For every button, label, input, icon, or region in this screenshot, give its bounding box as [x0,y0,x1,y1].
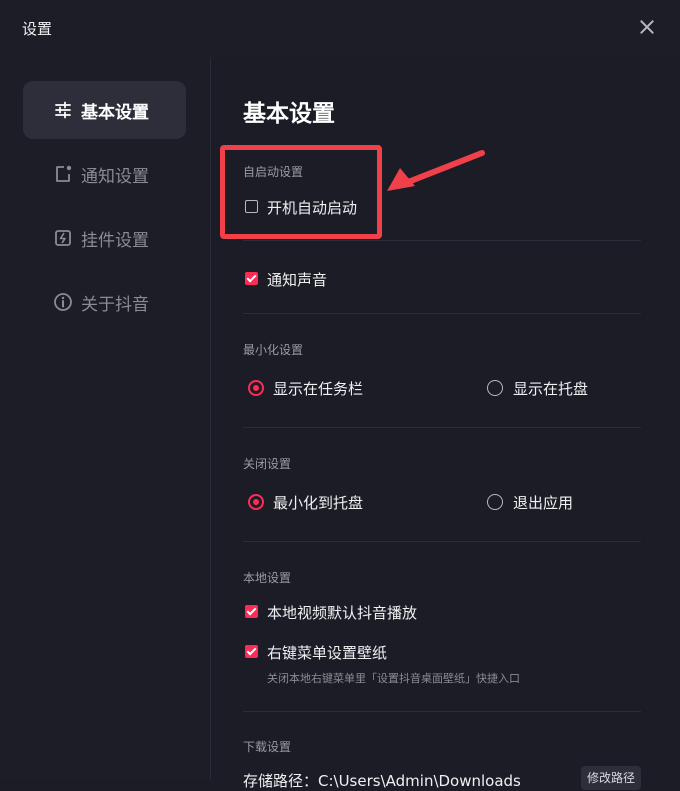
minimize-radio-tray[interactable] [487,380,503,396]
local-video-label[interactable]: 本地视频默认抖音播放 [267,602,417,623]
sidebar-item-widget-settings[interactable]: 挂件设置 [23,209,186,267]
minimize-option-taskbar[interactable]: 显示在任务栏 [273,378,363,399]
widget-icon [55,230,71,246]
notify-sound-checkbox[interactable] [245,272,258,285]
info-icon [54,293,72,311]
minimize-radio-taskbar[interactable] [248,380,264,396]
divider [243,711,641,712]
sidebar: 基本设置 通知设置 挂件设置 关于抖音 [0,58,211,780]
highlight-box [220,145,382,239]
sidebar-item-label: 基本设置 [81,103,149,123]
close-option-tray[interactable]: 最小化到托盘 [273,492,363,513]
divider [243,427,641,428]
minimize-section-label: 最小化设置 [243,343,304,357]
notify-sound-label[interactable]: 通知声音 [267,269,327,290]
context-menu-wallpaper-checkbox[interactable] [245,645,258,658]
notification-icon [56,165,72,182]
sidebar-item-label: 关于抖音 [81,295,149,315]
sidebar-item-label: 通知设置 [81,167,149,187]
context-menu-hint: 关闭本地右键菜单里「设置抖音桌面壁纸」快捷入口 [267,672,520,685]
divider [243,313,641,314]
minimize-option-tray[interactable]: 显示在托盘 [513,378,588,399]
close-radio-exit[interactable] [487,494,503,510]
window-title: 设置 [22,20,53,38]
title-bar: 设置 [0,0,680,58]
divider [243,240,641,241]
download-section-label: 下载设置 [243,740,292,754]
annotation-arrow-icon [387,150,485,191]
close-icon[interactable] [636,16,658,38]
sidebar-item-notification-settings[interactable]: 通知设置 [23,145,186,203]
close-section-label: 关闭设置 [243,457,292,471]
context-menu-wallpaper-label[interactable]: 右键菜单设置壁纸 [267,642,387,663]
close-option-exit[interactable]: 退出应用 [513,492,573,513]
page-title: 基本设置 [243,101,335,127]
download-path: 存储路径：C:\Users\Admin\Downloads [243,772,521,790]
sidebar-item-basic-settings[interactable]: 基本设置 [23,81,186,139]
close-radio-tray[interactable] [248,494,264,510]
local-section-label: 本地设置 [243,571,292,585]
sidebar-item-about[interactable]: 关于抖音 [23,273,186,331]
sidebar-item-label: 挂件设置 [81,231,149,251]
sliders-icon [55,101,71,119]
local-video-checkbox[interactable] [245,605,258,618]
divider [243,541,641,542]
change-path-button[interactable]: 修改路径 [581,766,641,790]
